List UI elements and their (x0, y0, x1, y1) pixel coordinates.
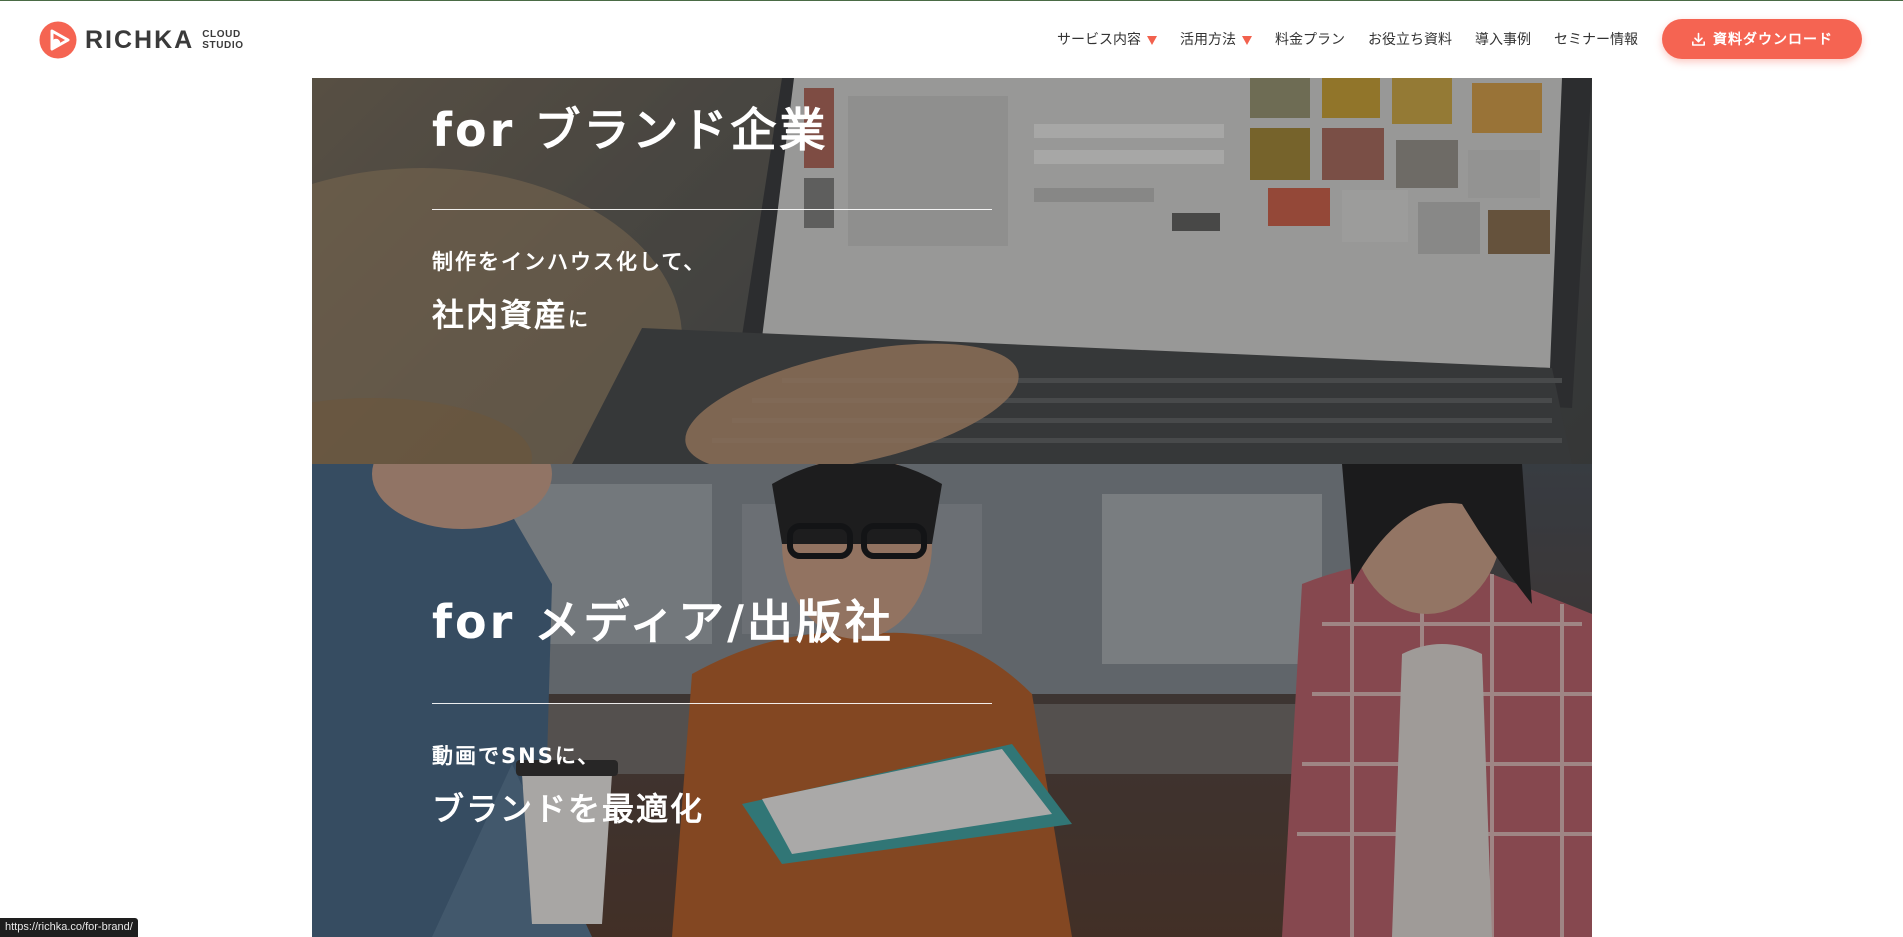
logo-wordmark: RICHKA (85, 25, 195, 54)
nav-item-pricing[interactable]: 料金プラン (1275, 29, 1345, 49)
section-heading: for メディア/出版社 (432, 595, 894, 649)
main-nav: サービス内容 活用方法 料金プラン お役立ち資料 導入事例 セミナー情報 (1057, 27, 1661, 51)
nav-item-label: セミナー情報 (1554, 32, 1638, 48)
site-logo[interactable]: RICHKA CLOUD STUDIO (39, 21, 244, 59)
logo-subtitle-line2: STUDIO (202, 40, 244, 51)
emphasis-text: 社内資産 (432, 296, 569, 334)
section-for-media[interactable]: for メディア/出版社 動画でSNSに、 ブランドを最適化 (312, 464, 1592, 937)
section-emphasis: 社内資産に (432, 290, 589, 336)
nav-item-label: 導入事例 (1475, 32, 1531, 48)
site-header: RICHKA CLOUD STUDIO サービス内容 活用方法 料金プラン お役… (0, 1, 1903, 77)
nav-item-label: お役立ち資料 (1368, 32, 1452, 48)
download-button-label: 資料ダウンロード (1713, 32, 1833, 48)
divider-line (432, 703, 992, 704)
emphasis-tail: に (568, 307, 590, 331)
section-emphasis: ブランドを最適化 (432, 784, 704, 830)
nav-item-label: 活用方法 (1180, 32, 1236, 48)
nav-item-case-studies[interactable]: 導入事例 (1475, 29, 1531, 49)
nav-item-label: サービス内容 (1057, 32, 1141, 48)
logo-subtitle-line1: CLOUD (202, 29, 241, 40)
link-preview-status-bar: https://richka.co/for-brand/ (0, 918, 138, 937)
nav-item-resources[interactable]: お役立ち資料 (1368, 29, 1452, 49)
dropdown-triangle-icon (1147, 35, 1157, 45)
nav-item-services[interactable]: サービス内容 (1057, 29, 1157, 49)
nav-item-seminars[interactable]: セミナー情報 (1554, 29, 1638, 49)
section-for-brand[interactable]: for ブランド企業 制作をインハウス化して、 社内資産に (312, 78, 1592, 464)
photo-overlay (312, 464, 1592, 937)
download-icon (1692, 32, 1705, 46)
section-subline: 制作をインハウス化して、 (432, 250, 707, 274)
download-materials-button[interactable]: 資料ダウンロード (1662, 19, 1862, 59)
emphasis-text: ブランドを最適化 (432, 790, 705, 828)
logo-subtitle: CLOUD STUDIO (202, 29, 243, 51)
section-heading: for ブランド企業 (432, 103, 829, 157)
divider-line (432, 209, 992, 210)
nav-item-use-cases[interactable]: 活用方法 (1180, 29, 1252, 49)
section-subline: 動画でSNSに、 (432, 744, 601, 768)
dropdown-triangle-icon (1242, 35, 1252, 45)
nav-item-label: 料金プラン (1275, 32, 1345, 48)
play-triangle-circle-icon (39, 21, 77, 59)
